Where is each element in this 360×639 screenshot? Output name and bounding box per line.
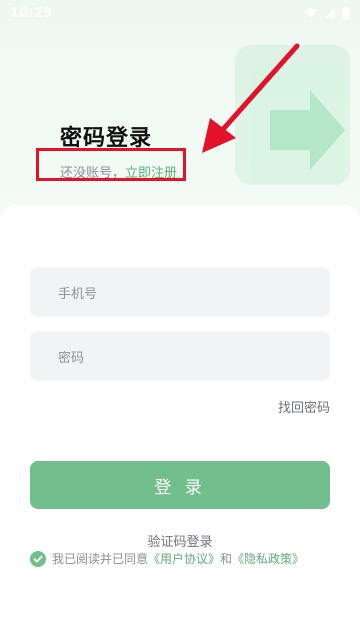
status-icons [304, 6, 350, 20]
agreement-text: 我已阅读并已同意《用户协议》和《隐私政策》 [52, 549, 304, 569]
agreement-prefix: 我已阅读并已同意 [52, 552, 149, 566]
privacy-policy-link[interactable]: 《隐私政策》 [232, 552, 304, 566]
password-input[interactable]: 密码 [30, 331, 330, 381]
annotation-arrow [202, 43, 300, 153]
status-bar: 10:29 [0, 0, 360, 26]
login-card: 手机号 密码 找回密码 登 录 验证码登录 我已阅读并已同意《用户协议》和《隐私… [0, 205, 360, 639]
login-button[interactable]: 登 录 [30, 461, 330, 509]
wifi-icon [304, 7, 318, 19]
agreement-and: 和 [220, 552, 233, 566]
user-agreement-link[interactable]: 《用户协议》 [148, 552, 220, 566]
checkbox-checked-icon[interactable] [30, 551, 46, 567]
highlight-box [36, 148, 186, 181]
sms-login-link[interactable]: 验证码登录 [0, 531, 360, 550]
forgot-password-link[interactable]: 找回密码 [278, 397, 330, 416]
agreement: 我已阅读并已同意《用户协议》和《隐私政策》 [30, 549, 330, 569]
status-time: 10:29 [10, 5, 53, 21]
phone-input[interactable]: 手机号 [30, 267, 330, 317]
battery-icon [342, 6, 350, 20]
signal-icon [324, 7, 336, 19]
